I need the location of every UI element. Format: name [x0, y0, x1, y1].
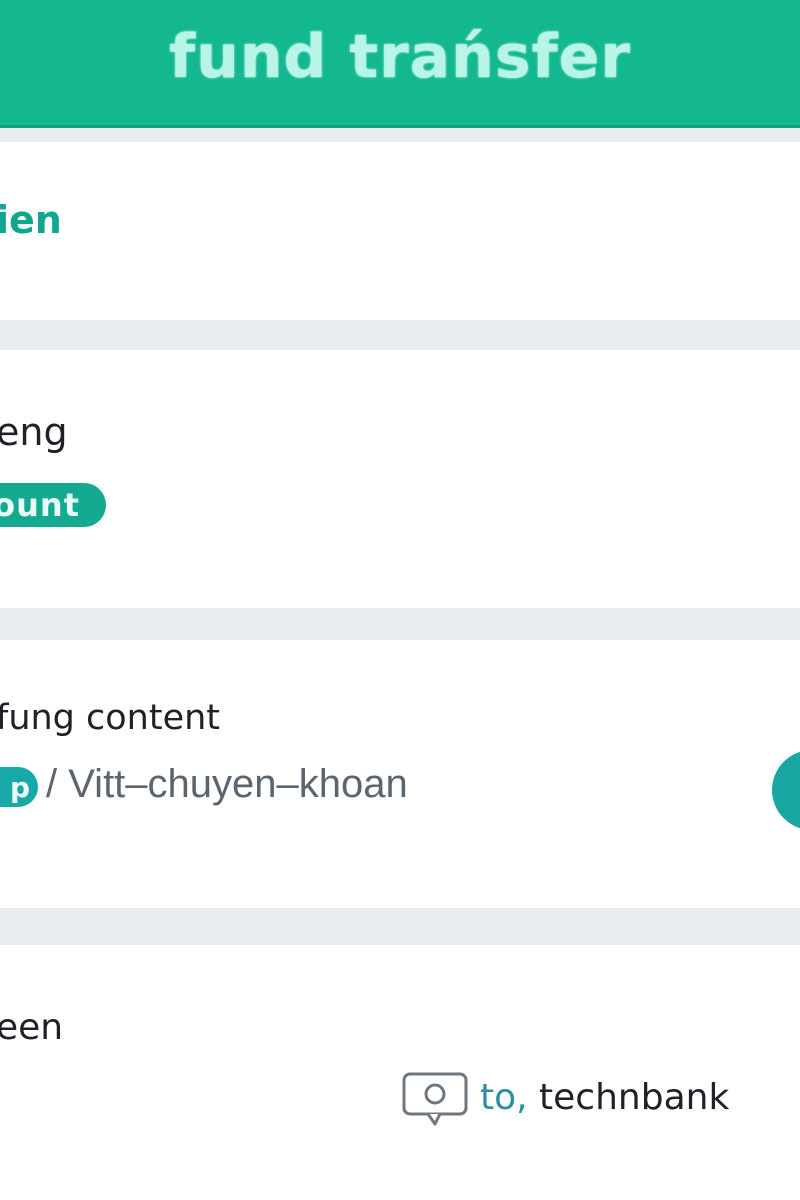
recipient-prefix: to,: [480, 1077, 528, 1118]
app-header: fund trańsfer: [0, 0, 800, 128]
chat-bubble-icon[interactable]: [402, 1070, 468, 1130]
section-2-title: eng: [0, 410, 68, 454]
transfer-content-title: fung content: [0, 698, 221, 738]
transfer-content-value[interactable]: / Vitt–chuyen–khoan: [46, 762, 408, 807]
section-card-1[interactable]: ien: [0, 142, 800, 320]
section-card-2[interactable]: eng ount: [0, 350, 800, 608]
page-title: fund trańsfer: [169, 21, 631, 92]
section-1-label: ien: [0, 198, 62, 242]
recipient-name: technbank: [539, 1077, 730, 1118]
recipient-bank: to, technbank: [480, 1077, 729, 1118]
content-badge[interactable]: p: [0, 767, 38, 807]
transfer-content-card[interactable]: fung content p / Vitt–chuyen–khoan: [0, 640, 800, 908]
section-4-title: een: [0, 1007, 64, 1048]
account-badge[interactable]: ount: [0, 483, 106, 527]
section-card-4[interactable]: een to, technbank: [0, 945, 800, 1200]
action-button[interactable]: [772, 750, 800, 830]
